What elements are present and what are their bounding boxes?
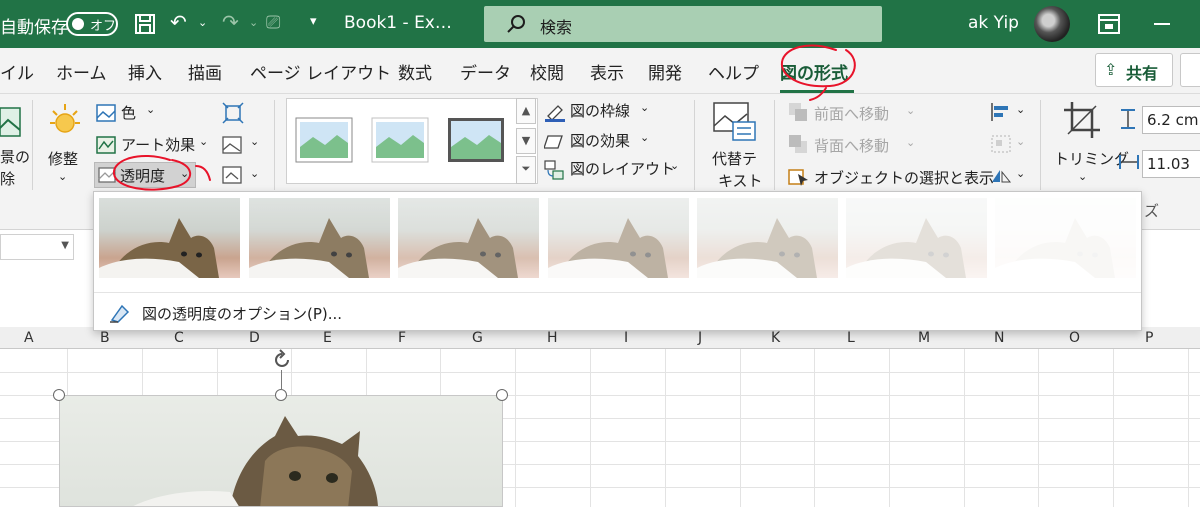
annotation-tail-transparency xyxy=(195,165,211,181)
annotation-circle-tab xyxy=(780,44,856,88)
red-annotation-overlay xyxy=(112,44,856,191)
annotation-tail-tab xyxy=(809,87,827,101)
annotation-circle-transparency xyxy=(112,155,191,191)
